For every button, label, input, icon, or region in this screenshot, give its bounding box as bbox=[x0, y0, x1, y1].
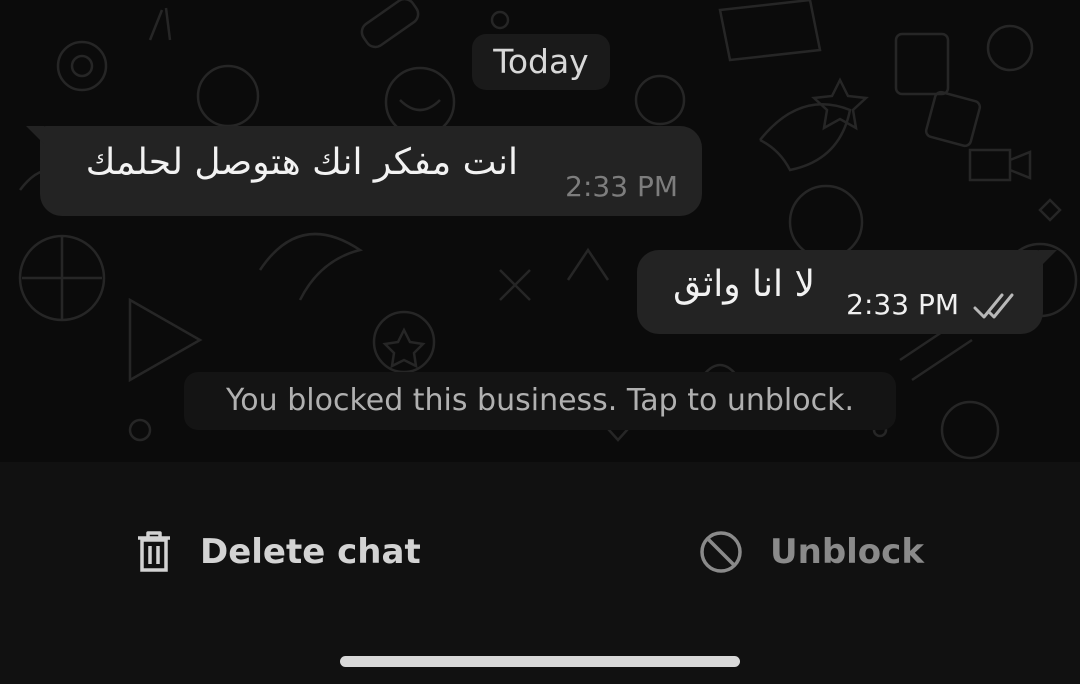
message-time: 2:33 PM bbox=[846, 288, 959, 321]
home-indicator[interactable] bbox=[340, 656, 740, 667]
read-receipt-icon bbox=[973, 293, 1014, 319]
delete-chat-label: Delete chat bbox=[200, 532, 421, 572]
date-separator: Today bbox=[472, 34, 610, 90]
blocked-notice[interactable]: You blocked this business. Tap to unbloc… bbox=[184, 372, 896, 430]
unblock-button[interactable]: Unblock bbox=[698, 520, 924, 584]
trash-icon bbox=[138, 531, 170, 572]
message-text: لا انا واثق bbox=[673, 264, 815, 305]
bubble-tail bbox=[1039, 250, 1057, 268]
bubble-tail bbox=[26, 126, 44, 144]
message-text: انت مفكر انك هتوصل لحلمك bbox=[85, 142, 518, 183]
delete-chat-button[interactable]: Delete chat bbox=[134, 520, 421, 584]
message-bubble-incoming[interactable]: انت مفكر انك هتوصل لحلمك 2:33 PM bbox=[26, 126, 702, 216]
chat-area[interactable]: Today انت مفكر انك هتوصل لحلمك 2:33 PM ل… bbox=[0, 0, 1080, 462]
bottom-action-bar: Delete chat Unblock bbox=[0, 462, 1080, 684]
block-icon bbox=[700, 531, 742, 573]
message-time: 2:33 PM bbox=[565, 170, 678, 203]
message-bubble-outgoing[interactable]: لا انا واثق 2:33 PM bbox=[637, 250, 1057, 334]
unblock-label: Unblock bbox=[770, 532, 924, 572]
